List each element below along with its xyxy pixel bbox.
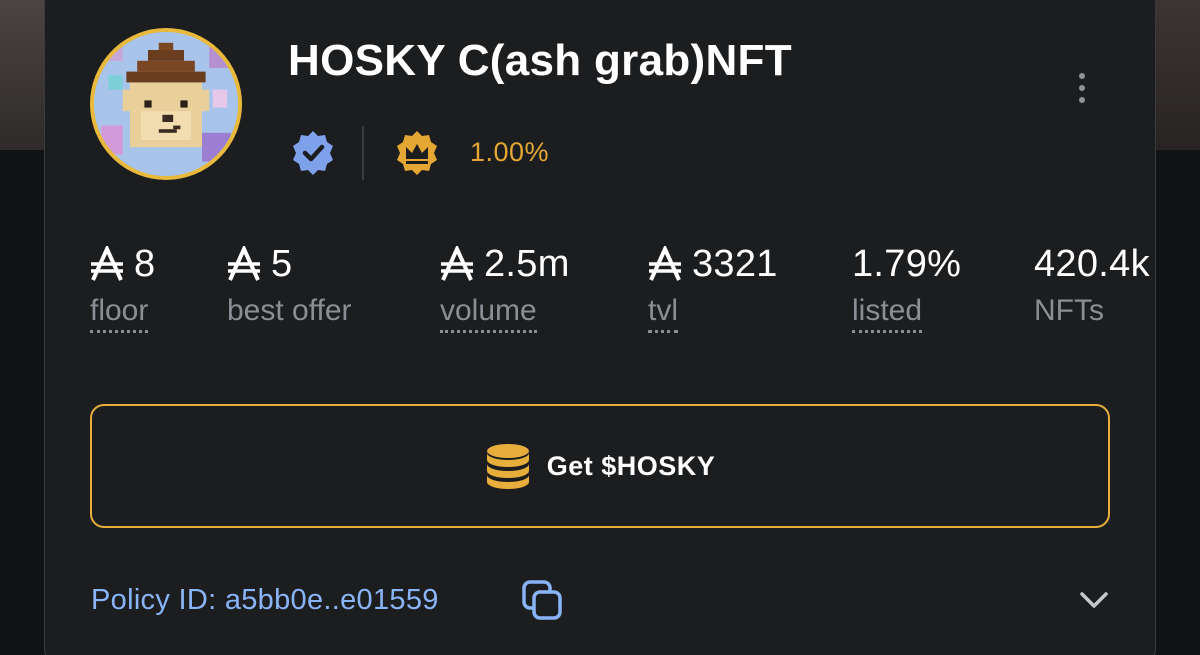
hosky-avatar-image <box>94 32 238 176</box>
verified-badge-icon <box>293 131 333 175</box>
stat-nfts-clip: 420.4k NFTs <box>1034 240 1154 340</box>
floor-value: 8 <box>134 242 156 285</box>
ada-icon <box>649 246 681 281</box>
ada-icon <box>441 246 473 281</box>
more-options-icon[interactable] <box>1070 68 1094 108</box>
stat-best-offer: 5 best offer <box>227 240 352 330</box>
best-offer-label: best offer <box>227 294 352 327</box>
listed-value: 1.79% <box>852 242 962 285</box>
best-offer-value: 5 <box>271 242 293 285</box>
stat-volume: 2.5m volume <box>440 240 570 333</box>
listed-label[interactable]: listed <box>852 294 923 333</box>
nfts-value: 420.4k <box>1034 242 1150 285</box>
tvl-value: 3321 <box>692 242 778 285</box>
nfts-label: NFTs <box>1034 294 1104 327</box>
chevron-down-icon[interactable] <box>1076 585 1112 615</box>
coins-stack-icon <box>486 444 529 489</box>
stat-floor: 8 floor <box>90 240 155 333</box>
collection-avatar[interactable] <box>90 28 242 180</box>
royalty-percentage: 1.00% <box>470 137 550 167</box>
collection-title: HOSKY C(ash grab)NFT <box>288 36 792 85</box>
stat-tvl: 3321 tvl <box>648 240 778 333</box>
volume-value: 2.5m <box>484 242 570 285</box>
background-image-right <box>1154 0 1200 150</box>
tvl-label[interactable]: tvl <box>648 294 678 333</box>
get-hosky-button[interactable]: Get $HOSKY <box>90 404 1110 528</box>
crown-icon <box>397 131 437 175</box>
stat-listed: 1.79% listed <box>852 240 961 333</box>
floor-label[interactable]: floor <box>90 294 149 333</box>
background-image-left <box>0 0 46 150</box>
copy-icon[interactable] <box>520 578 566 624</box>
get-hosky-label: Get $HOSKY <box>546 450 716 481</box>
badge-divider <box>362 126 364 180</box>
ada-icon <box>91 246 123 281</box>
policy-id[interactable]: Policy ID: a5bb0e..e01559 <box>91 584 439 617</box>
volume-label[interactable]: volume <box>440 294 537 333</box>
ada-icon <box>228 246 260 281</box>
stat-nfts: 420.4k NFTs <box>1034 240 1150 330</box>
